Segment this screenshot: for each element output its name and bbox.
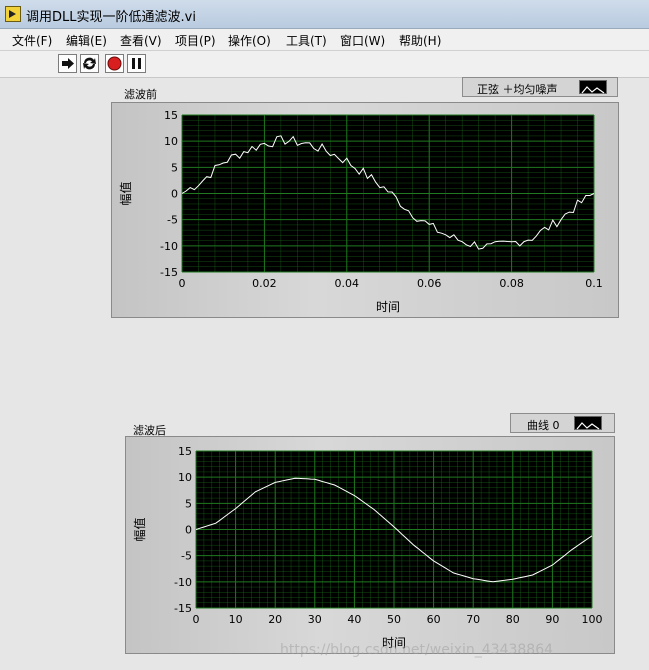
y-tick-label: -15: [160, 266, 178, 279]
x-tick-label: 40: [347, 613, 361, 626]
menu-bar: 文件(F) 编辑(E) 查看(V) 项目(P) 操作(O) 工具(T) 窗口(W…: [0, 29, 649, 51]
menu-tools[interactable]: 工具(T): [286, 32, 327, 49]
watermark: https://blog.csdn.net/weixin_43438864: [280, 642, 554, 658]
y-tick-label: 15: [164, 109, 178, 122]
legend-plot-swatch[interactable]: [574, 416, 602, 430]
y-tick-label: -5: [181, 550, 192, 563]
menu-edit[interactable]: 编辑(E): [66, 32, 107, 49]
waveform-graph-after[interactable]: 0 10 20 30 40 50 60 70 80 90 100 15 10 5 0 -5 -10 -15 时间 幅值: [125, 436, 615, 654]
pause-button[interactable]: [127, 54, 146, 73]
x-tick-label: 0: [179, 277, 186, 290]
graph-caption: 滤波前: [124, 88, 157, 101]
window-titlebar: 调用DLL实现一阶低通滤波.vi: [0, 0, 649, 29]
y-tick-label: 10: [164, 135, 178, 148]
x-tick-label: 10: [229, 613, 243, 626]
menu-view[interactable]: 查看(V): [120, 32, 162, 49]
y-axis-label: 幅值: [132, 517, 147, 541]
x-tick-label: 60: [427, 613, 441, 626]
y-axis-label: 幅值: [118, 181, 133, 205]
waveform-graph-before[interactable]: 0 0.02 0.04 0.06 0.08 0.1 15 10 5 0 -5 -10 -15 时间 幅值: [111, 102, 619, 318]
x-tick-label: 50: [387, 613, 401, 626]
x-tick-label: 0.04: [335, 277, 360, 290]
y-tick-label: 5: [185, 497, 192, 510]
toolbar: [0, 51, 649, 78]
plot-line-icon: [576, 422, 600, 430]
x-tick-label: 70: [466, 613, 480, 626]
y-tick-label: 10: [178, 471, 192, 484]
window-title: 调用DLL实现一阶低通滤波.vi: [26, 10, 196, 25]
labview-vi-icon: [5, 6, 21, 22]
y-tick-label: -5: [167, 214, 178, 227]
run-button[interactable]: [58, 54, 77, 73]
x-tick-label: 0.06: [417, 277, 442, 290]
legend-plot-swatch[interactable]: [579, 80, 607, 94]
stop-icon: [107, 56, 122, 71]
x-axis-label: 时间: [376, 300, 400, 314]
run-continuously-icon: [83, 57, 96, 70]
y-tick-label: 0: [171, 188, 178, 201]
x-tick-label: 30: [308, 613, 322, 626]
run-arrow-icon: [62, 58, 74, 69]
x-tick-label: 0.02: [252, 277, 277, 290]
x-tick-label: 100: [582, 613, 603, 626]
y-tick-label: -10: [174, 576, 192, 589]
x-tick-label: 80: [506, 613, 520, 626]
x-tick-label: 0.08: [499, 277, 523, 290]
plot-legend[interactable]: 曲线 0: [510, 413, 615, 433]
y-tick-label: 5: [171, 161, 178, 174]
menu-project[interactable]: 项目(P): [175, 32, 216, 49]
y-tick-label: -10: [160, 240, 178, 253]
plot-legend[interactable]: 正弦 ＋均匀噪声: [462, 77, 618, 97]
menu-window[interactable]: 窗口(W): [340, 32, 385, 49]
x-tick-label: 20: [268, 613, 282, 626]
chart-svg: 0 10 20 30 40 50 60 70 80 90 100151050-5-10-15时间幅值: [132, 445, 603, 650]
x-tick-label: 0: [193, 613, 200, 626]
legend-label: 曲线 0: [527, 419, 560, 432]
y-tick-label: 0: [185, 524, 192, 537]
pause-icon: [132, 58, 141, 69]
chart-svg: 0 0.02 0.04 0.06 0.08 0.1 15 10 5 0 -5 -10 -15 时间 幅值: [118, 109, 603, 314]
y-tick-label: -15: [174, 602, 192, 615]
run-continuously-button[interactable]: [80, 54, 99, 73]
y-tick-label: 15: [178, 445, 192, 458]
plot-line-icon: [581, 86, 605, 94]
x-tick-label: 0.1: [585, 277, 603, 290]
abort-button[interactable]: [105, 54, 124, 73]
legend-label: 正弦 ＋均匀噪声: [477, 83, 558, 96]
menu-file[interactable]: 文件(F): [12, 32, 52, 49]
menu-operate[interactable]: 操作(O): [228, 32, 271, 49]
menu-help[interactable]: 帮助(H): [399, 32, 441, 49]
x-tick-label: 90: [545, 613, 559, 626]
